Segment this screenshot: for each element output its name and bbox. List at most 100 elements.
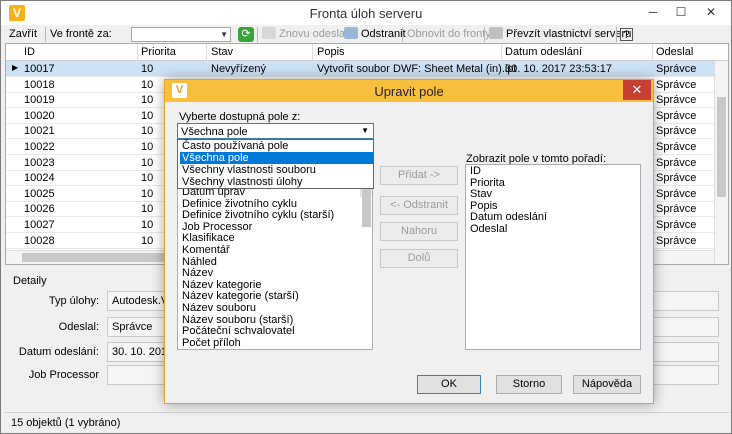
cell-priority: 10	[141, 63, 154, 75]
customize-fields-dialog: V Upravit pole ✕ Vyberte dostupná pole z…	[164, 79, 654, 404]
add-field-button[interactable]: Přidat ->	[380, 166, 458, 185]
column-header-description[interactable]: Popis	[317, 46, 345, 58]
table-header: ID Priorita Stav Popis Datum odeslání Od…	[6, 44, 728, 61]
cell-sender: Správce	[656, 63, 697, 75]
field-source-option[interactable]: Všechny vlastnosti úlohy	[180, 176, 373, 188]
status-bar: 15 objektů (1 vybráno)	[5, 412, 729, 432]
dialog-close-button[interactable]: ✕	[623, 80, 651, 100]
field-source-value: Všechna pole	[181, 126, 248, 138]
minimize-button[interactable]: ─	[641, 3, 665, 21]
reenqueue-label: Znovu odeslat	[279, 28, 349, 40]
ok-button[interactable]: OK	[417, 375, 481, 394]
field-source-option[interactable]: Všechny vlastnosti souboru	[180, 164, 373, 176]
current-row-marker-icon: ▶	[12, 63, 19, 72]
field-source-dropdown[interactable]: Všechna pole ▼	[177, 123, 374, 139]
remove-field-button[interactable]: <- Odstranit	[380, 196, 458, 215]
shown-field-item[interactable]: Priorita	[468, 177, 640, 190]
date-label: Datum odeslání:	[18, 346, 99, 358]
cell-priority: 10	[141, 172, 154, 185]
cell-sender: Správce	[656, 187, 697, 200]
take-ownership-button[interactable]: Převzít vlastnictví serveru	[489, 27, 631, 42]
cell-id: 10017	[24, 63, 55, 75]
cell-id: 10023	[24, 156, 55, 169]
window-title: Fronta úloh serveru	[309, 6, 423, 21]
close-job-queue-button[interactable]: Zavřít	[9, 27, 37, 42]
cell-priority: 10	[141, 219, 154, 231]
cell-sender: Správce	[656, 203, 697, 216]
scrollbar-thumb[interactable]	[717, 97, 726, 197]
reenqueue-button[interactable]: Znovu odeslat	[262, 27, 348, 42]
toolbar-separator	[616, 27, 617, 42]
available-field-item[interactable]: Počet příloh	[180, 337, 372, 349]
cell-id: 10022	[24, 141, 55, 153]
dialog-title: Upravit pole	[374, 84, 444, 99]
column-header-sender[interactable]: Odeslal	[656, 46, 693, 58]
reenqueue-icon	[262, 27, 276, 39]
field-source-option[interactable]: Všechna pole	[180, 152, 373, 164]
shown-field-item[interactable]: Odeslal	[468, 223, 640, 236]
column-header-id[interactable]: ID	[24, 46, 35, 58]
restore-button[interactable]: Obnovit do fronty	[407, 27, 491, 42]
cancel-button[interactable]: Storno	[496, 375, 562, 394]
cell-priority: 10	[141, 109, 154, 122]
move-up-button[interactable]: Nahoru	[380, 222, 458, 241]
column-header-date[interactable]: Datum odeslání	[505, 46, 582, 58]
cell-sender: Správce	[656, 219, 697, 231]
cell-sender: Správce	[656, 234, 697, 247]
column-separator	[137, 44, 138, 61]
table-row[interactable]: ▶ 10017 10 Nevyřízený Vytvořit soubor DWF: S…	[6, 61, 714, 77]
shown-fields-list[interactable]: ID Priorita Stav Popis Datum odeslání Odeslal	[465, 164, 641, 350]
vertical-scrollbar[interactable]	[714, 61, 728, 264]
cell-date: 30. 10. 2017 23:53:17	[505, 63, 613, 75]
available-field-item[interactable]: Název souboru	[180, 302, 372, 315]
scrollbar-thumb[interactable]	[362, 187, 371, 227]
dialog-title-bar: V Upravit pole ✕	[165, 80, 653, 102]
title-bar: V Fronta úloh serveru ─ ☐ ✕	[1, 1, 731, 25]
help-button[interactable]: Nápověda	[573, 375, 641, 394]
cell-priority: 10	[141, 125, 154, 138]
cell-status: Nevyřízený	[211, 63, 267, 75]
cell-priority: 10	[141, 141, 154, 153]
field-source-option-list: Často používaná pole Všechna pole Všechny …	[178, 140, 373, 188]
sender-label: Odeslal:	[58, 321, 99, 333]
cell-id: 10024	[24, 172, 55, 185]
available-fields-list[interactable]: Datum úprav Definice životního cyklu Defin…	[177, 184, 373, 350]
cell-sender: Správce	[656, 94, 697, 107]
remove-button[interactable]: Odstranit	[344, 27, 406, 42]
column-separator	[206, 44, 207, 61]
available-field-item[interactable]: Komentář	[180, 244, 372, 257]
cell-sender: Správce	[656, 172, 697, 185]
column-separator	[501, 44, 502, 61]
column-header-priority[interactable]: Priorita	[141, 46, 176, 58]
toolbar: Zavřít Ve frontě za: ▼ ⟳ Znovu odeslat O…	[5, 25, 729, 44]
field-source-option[interactable]: Často používaná pole	[180, 140, 373, 152]
column-separator	[652, 44, 653, 61]
help-icon[interactable]: ?	[620, 28, 633, 41]
shown-fields-items: ID Priorita Stav Popis Datum odeslání Odeslal	[466, 165, 640, 234]
refresh-icon[interactable]: ⟳	[238, 27, 254, 42]
cell-priority: 10	[141, 187, 154, 200]
remove-label: Odstranit	[361, 28, 406, 40]
chevron-down-icon: ▼	[220, 30, 228, 39]
printer-icon	[489, 27, 503, 39]
shown-field-item[interactable]: ID	[468, 165, 640, 178]
maximize-button[interactable]: ☐	[669, 3, 693, 21]
cell-id: 10018	[24, 78, 55, 91]
close-button[interactable]: ✕	[699, 3, 723, 21]
chevron-down-icon: ▼	[361, 126, 369, 135]
field-source-options: Často používaná pole Všechna pole Všechny …	[177, 139, 374, 189]
cell-id: 10019	[24, 94, 55, 107]
processor-label: Job Processor	[28, 369, 99, 381]
available-field-item[interactable]: Název	[180, 268, 372, 280]
cell-priority: 10	[141, 78, 154, 91]
column-header-status[interactable]: Stav	[211, 46, 233, 58]
toolbar-separator	[484, 27, 485, 42]
job-type-label: Typ úlohy:	[48, 295, 99, 307]
queue-filter-dropdown[interactable]: ▼	[131, 27, 231, 42]
available-field-item[interactable]: Počáteční schvalovatel	[180, 326, 372, 338]
available-fields-label: Vyberte dostupná pole z:	[179, 111, 301, 123]
move-down-button[interactable]: Dolů	[380, 249, 458, 268]
cell-id: 10028	[24, 234, 55, 247]
cell-sender: Správce	[656, 78, 697, 91]
toolbar-separator	[45, 27, 46, 42]
